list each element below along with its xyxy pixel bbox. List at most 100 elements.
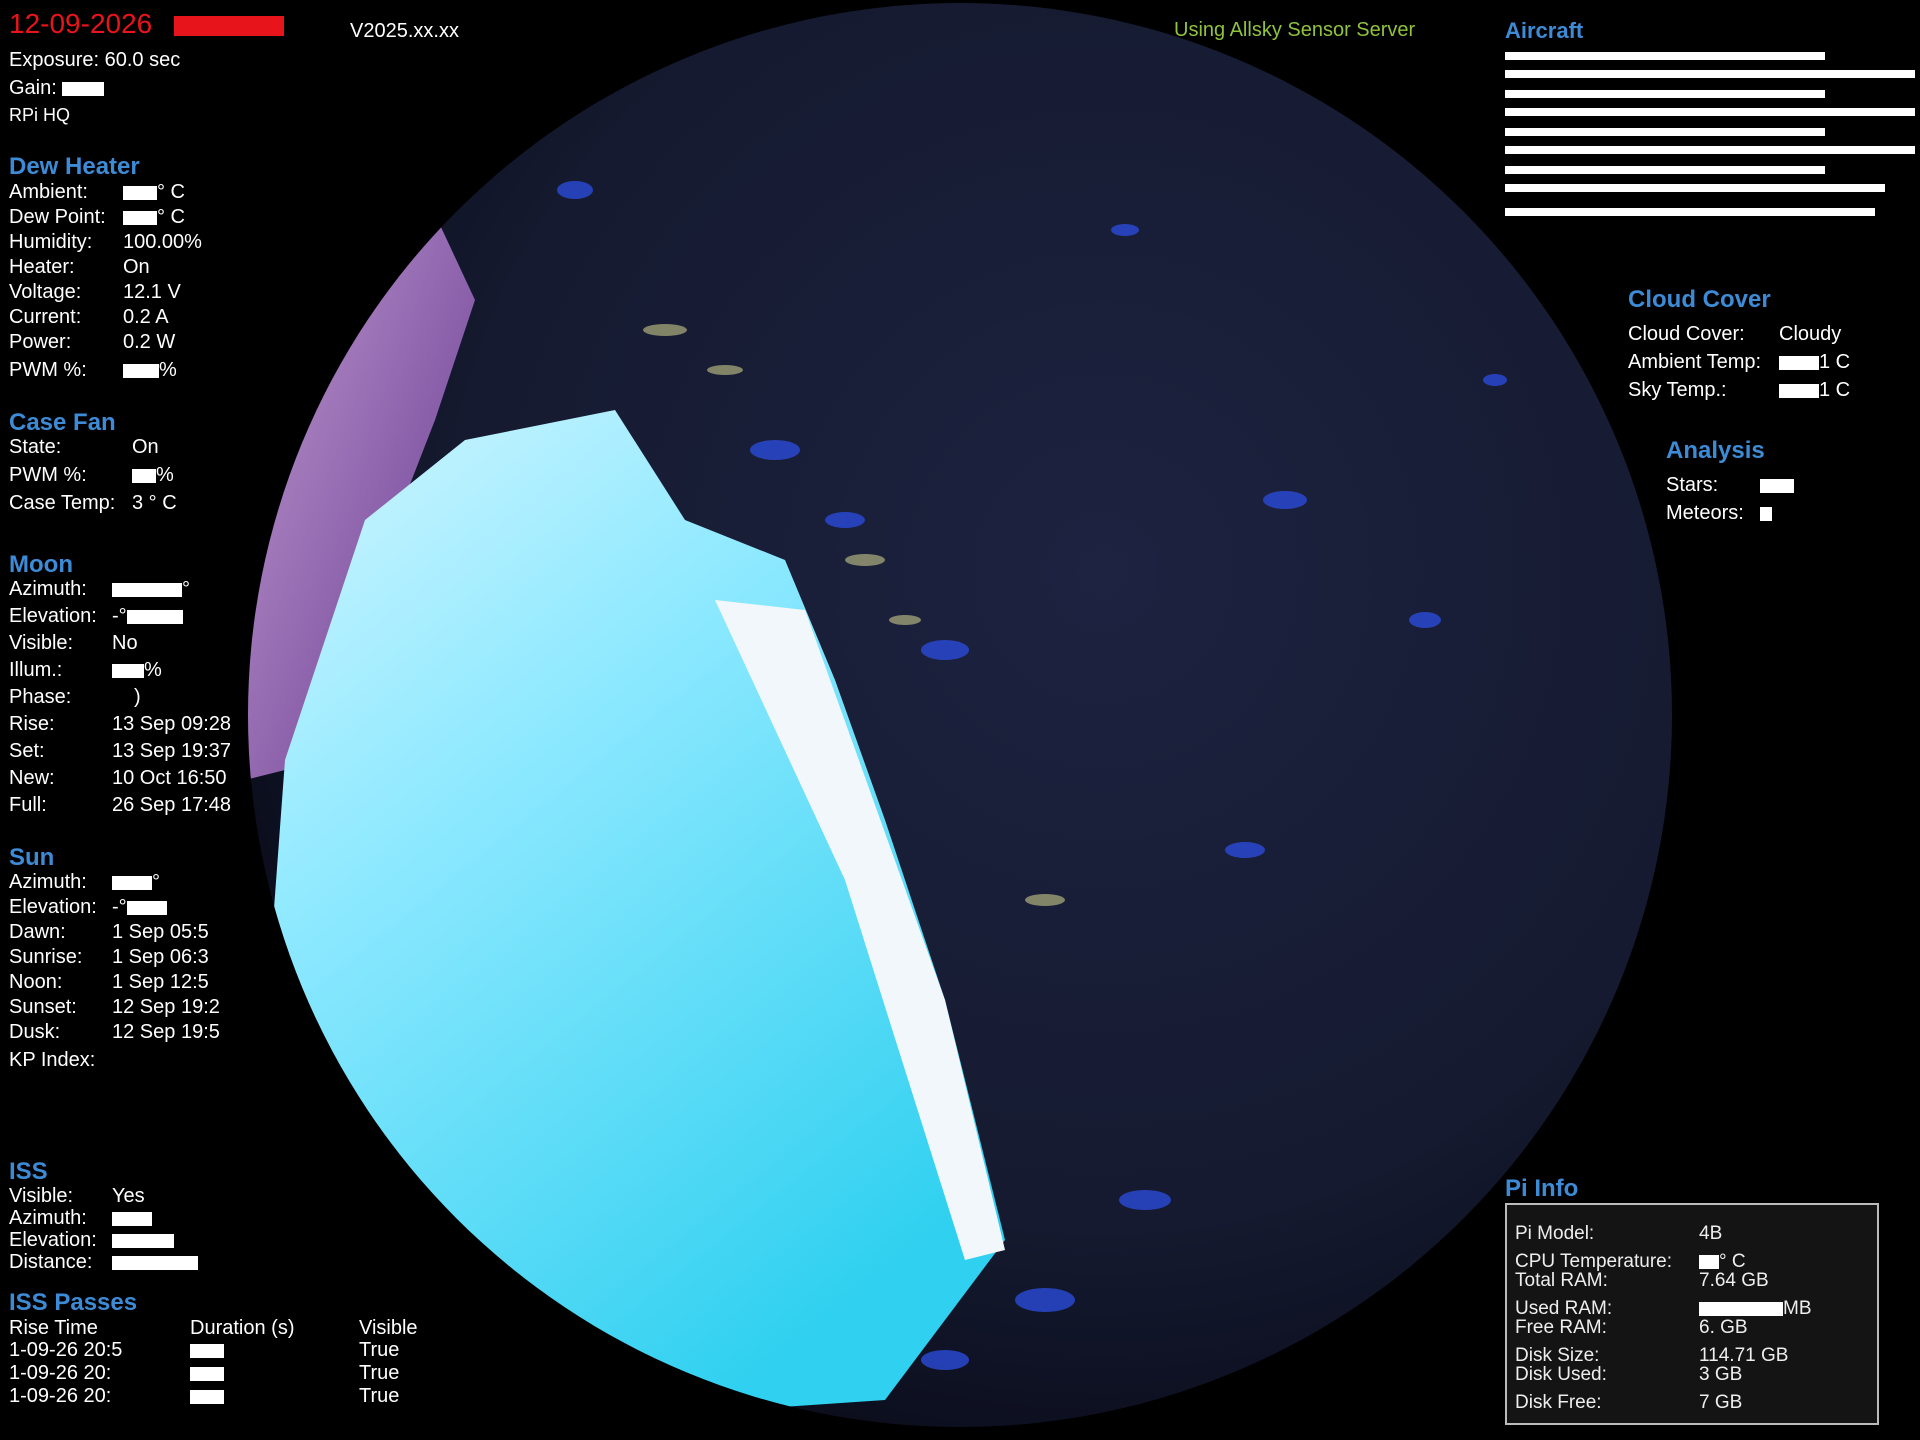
pi-info-title: Pi Info: [1505, 1175, 1579, 1202]
pi-info-panel: Pi Model: 4B CPU Temperature: ° C Total RA…: [1505, 1203, 1879, 1425]
row-value: -°: [112, 896, 167, 919]
sun-title: Sun: [9, 844, 55, 871]
row-label: Current:: [9, 306, 82, 328]
cell-rise-time: 1-09-26 20:: [9, 1385, 112, 1407]
allsky-fisheye-image: [248, 3, 1672, 1427]
row-label: PWM %:: [9, 359, 87, 381]
row-label: KP Index:: [9, 1049, 96, 1071]
time-glitch: [174, 15, 285, 36]
row-value: %: [132, 464, 174, 487]
row-label: Heater:: [9, 256, 75, 278]
row-label: Power:: [9, 331, 72, 353]
cell-duration: [190, 1385, 224, 1408]
moon-title: Moon: [9, 551, 73, 578]
aircraft-title: Aircraft: [1505, 18, 1584, 43]
row-label: PWM %:: [9, 464, 87, 486]
row-value: 0.2 W: [123, 331, 176, 353]
dew-heater-title: Dew Heater: [9, 153, 140, 180]
date-text: 12-09-2026: [9, 8, 153, 39]
cell-visible: True: [359, 1385, 400, 1407]
row-value: 1 C: [1779, 351, 1850, 374]
row-value: 100.00%: [123, 231, 202, 253]
row-value: ): [134, 686, 141, 708]
row-value: Cloudy: [1779, 323, 1842, 345]
cell-rise-time: 1-09-26 20:: [9, 1362, 112, 1384]
row-label: Cloud Cover:: [1628, 323, 1745, 345]
row-label: Stars:: [1666, 474, 1719, 496]
row-label: Full:: [9, 794, 47, 816]
row-value: 26 Sep 17:48: [112, 794, 231, 816]
row-value: 7 GB: [1699, 1392, 1743, 1413]
row-label: Disk Free:: [1515, 1392, 1602, 1413]
row-label: Pi Model:: [1515, 1223, 1595, 1244]
row-value: 3 GB: [1699, 1364, 1743, 1385]
row-value: 1 Sep 12:5: [112, 971, 209, 993]
row-label: Sky Temp.:: [1628, 379, 1727, 401]
row-value: 12.1 V: [123, 281, 181, 303]
row-label: Dawn:: [9, 921, 66, 943]
row-value: ° C: [123, 181, 185, 204]
row-value: °: [112, 578, 190, 601]
row-label: Voltage:: [9, 281, 82, 303]
row-label: Set:: [9, 740, 45, 762]
row-label: Free RAM:: [1515, 1317, 1607, 1338]
row-value: 13 Sep 19:37: [112, 740, 231, 762]
row-value: 1 Sep 05:5: [112, 921, 209, 943]
header-duration: Duration (s): [190, 1317, 295, 1339]
row-label: Disk Used:: [1515, 1364, 1607, 1385]
row-value: Yes: [112, 1185, 145, 1207]
row-value: 1 Sep 06:3: [112, 946, 209, 968]
iss-passes-title: ISS Passes: [9, 1289, 138, 1316]
row-value: 7.64 GB: [1699, 1270, 1769, 1291]
row-label: Meteors:: [1666, 502, 1744, 524]
row-value: [112, 1251, 198, 1274]
row-label: Total RAM:: [1515, 1270, 1608, 1291]
row-label: Ambient Temp:: [1628, 351, 1762, 373]
row-value: No: [112, 632, 138, 654]
row-value: [1760, 502, 1772, 525]
gain-row: Gain:: [9, 77, 105, 100]
row-label: Elevation:: [9, 896, 97, 918]
row-label: Sunset:: [9, 996, 77, 1018]
cell-visible: True: [359, 1339, 400, 1361]
row-value: 12 Sep 19:2: [112, 996, 220, 1018]
row-label: State:: [9, 436, 62, 458]
cell-visible: True: [359, 1362, 400, 1384]
date-time: 12-09-2026: [9, 8, 285, 40]
camera-label: RPi HQ: [9, 105, 71, 125]
row-label: Azimuth:: [9, 578, 87, 600]
row-value: %: [112, 659, 162, 682]
header-rise-time: Rise Time: [9, 1317, 98, 1339]
aircraft-list-garbled: [1505, 48, 1915, 238]
row-label: Dew Point:: [9, 206, 106, 228]
row-value: -°: [112, 605, 183, 628]
row-value: 3 ° C: [132, 492, 177, 514]
cloud-cover-title: Cloud Cover: [1628, 286, 1771, 313]
cell-duration: [190, 1362, 224, 1385]
gain-label: Gain:: [9, 77, 57, 99]
row-label: Elevation:: [9, 605, 97, 627]
row-value: ° C: [123, 206, 185, 229]
row-label: New:: [9, 767, 55, 789]
row-value: 4B: [1699, 1223, 1723, 1244]
row-label: Elevation:: [9, 1229, 97, 1251]
row-label: Noon:: [9, 971, 63, 993]
sensor-server-label: Using Allsky Sensor Server: [1174, 19, 1416, 41]
row-value: 13 Sep 09:28: [112, 713, 231, 735]
row-label: Ambient:: [9, 181, 88, 203]
row-value: [112, 1207, 152, 1230]
row-label: Dusk:: [9, 1021, 61, 1043]
cell-rise-time: 1-09-26 20:5: [9, 1339, 123, 1361]
row-value: [112, 1229, 174, 1252]
row-value: 10 Oct 16:50: [112, 767, 227, 789]
header-visible: Visible: [359, 1317, 418, 1339]
row-value: On: [132, 436, 159, 458]
row-label: Humidity:: [9, 231, 93, 253]
row-value: [1760, 474, 1794, 497]
row-value: %: [123, 359, 177, 382]
row-value: 0.2 A: [123, 306, 169, 328]
row-label: Rise:: [9, 713, 55, 735]
exposure-label: Exposure: 60.0 sec: [9, 49, 181, 71]
row-label: Case Temp:: [9, 492, 116, 514]
row-label: Phase:: [9, 686, 72, 708]
